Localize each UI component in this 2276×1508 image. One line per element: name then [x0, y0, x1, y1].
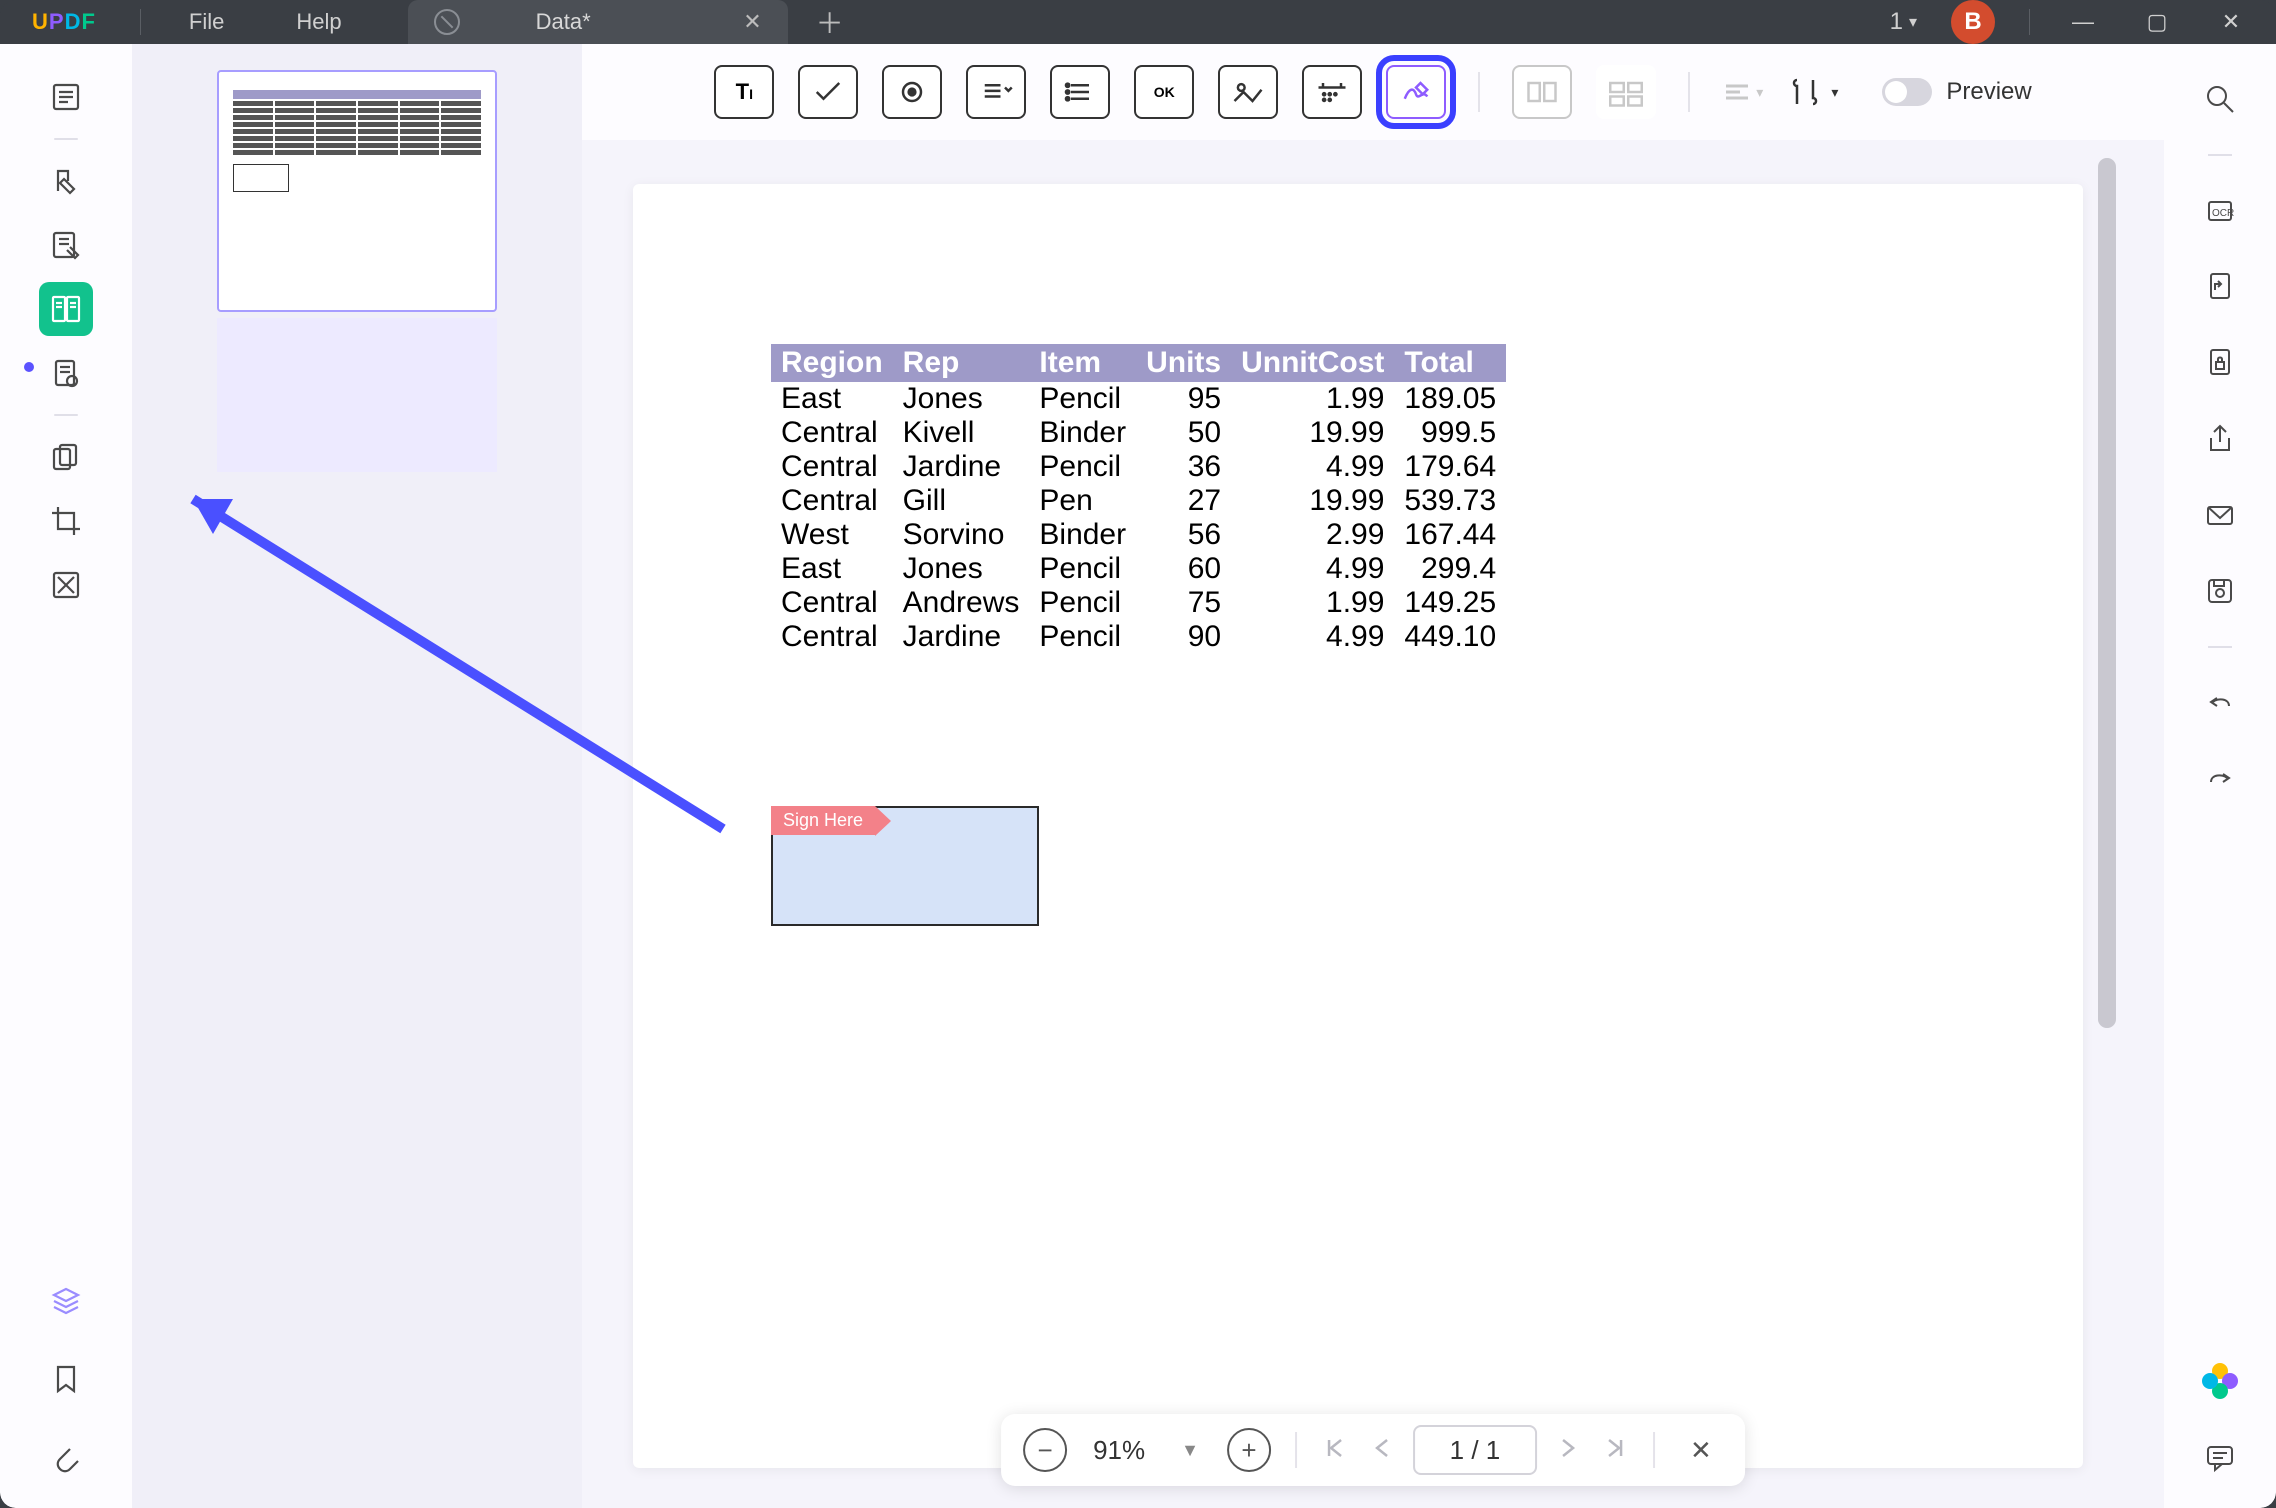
crop-button[interactable] — [39, 494, 93, 548]
table-header: Region — [771, 344, 893, 382]
menu-file[interactable]: File — [153, 9, 260, 35]
minimize-button[interactable]: — — [2050, 2, 2116, 42]
form-recognition-button[interactable] — [1512, 65, 1572, 119]
svg-text:OCR: OCR — [2212, 208, 2234, 219]
alignment-dropdown[interactable]: ▾ — [1722, 80, 1763, 104]
new-tab-button[interactable]: ＋ — [808, 0, 852, 44]
last-page-button[interactable] — [1601, 1434, 1629, 1467]
zoom-out-button[interactable]: − — [1023, 1428, 1067, 1472]
table-row: EastJonesPencil951.99189.05 — [771, 382, 1506, 416]
table-row: CentralJardinePencil364.99179.64 — [771, 450, 1506, 484]
next-page-button[interactable] — [1555, 1434, 1583, 1467]
redact-button[interactable] — [39, 558, 93, 612]
menu-help[interactable]: Help — [260, 9, 377, 35]
chat-button[interactable] — [2193, 1430, 2247, 1484]
window-count-dropdown[interactable]: 1▾ — [1878, 8, 1929, 36]
layers-button[interactable] — [39, 1274, 93, 1328]
listbox-field-button[interactable] — [1050, 65, 1110, 119]
table-row: CentralGillPen2719.99539.73 — [771, 484, 1506, 518]
share-button[interactable] — [2193, 412, 2247, 466]
app-logo: UPDF — [0, 9, 128, 35]
unsaved-icon — [434, 9, 460, 35]
prepare-form-button[interactable] — [39, 282, 93, 336]
status-bar: − 91% ▼ + 1 / 1 ✕ — [1001, 1414, 1745, 1486]
user-avatar[interactable]: B — [1951, 0, 1995, 44]
signature-field-button[interactable] — [1386, 65, 1446, 119]
pdf-page[interactable]: RegionRepItemUnitsUnnitCostTotal EastJon… — [633, 184, 2083, 1468]
radio-field-button[interactable] — [882, 65, 942, 119]
attachments-button[interactable] — [39, 1430, 93, 1484]
zoom-in-button[interactable]: + — [1227, 1428, 1271, 1472]
convert-button[interactable] — [2193, 260, 2247, 314]
table-header: Rep — [893, 344, 1030, 382]
page-indicator[interactable]: 1 / 1 — [1413, 1425, 1537, 1475]
vertical-scrollbar[interactable] — [2098, 158, 2116, 1028]
dropdown-field-button[interactable] — [966, 65, 1026, 119]
zoom-value[interactable]: 91% — [1085, 1435, 1153, 1466]
highlight-fields-button[interactable] — [1596, 65, 1656, 119]
table-row: CentralAndrewsPencil751.99149.25 — [771, 586, 1506, 620]
page-thumbnail[interactable] — [217, 70, 497, 312]
ai-button[interactable] — [2193, 1354, 2247, 1408]
prev-page-button[interactable] — [1367, 1434, 1395, 1467]
table-row: EastJonesPencil604.99299.4 — [771, 552, 1506, 586]
checkbox-field-button[interactable] — [798, 65, 858, 119]
tab-close-button[interactable]: ✕ — [743, 9, 761, 35]
table-header: Units — [1136, 344, 1231, 382]
preview-toggle[interactable] — [1882, 78, 1932, 106]
edit-pdf-button[interactable] — [39, 218, 93, 272]
bookmarks-button[interactable] — [39, 1352, 93, 1406]
table-header: Item — [1029, 344, 1136, 382]
page-tools-button[interactable] — [39, 346, 93, 400]
thumbnail-panel — [132, 44, 582, 1508]
tools-dropdown[interactable]: ▾ — [1787, 74, 1838, 110]
email-button[interactable] — [2193, 488, 2247, 542]
tab-title: Data* — [536, 9, 684, 35]
close-window-button[interactable]: ✕ — [2198, 2, 2264, 42]
button-field-button[interactable]: OK — [1134, 65, 1194, 119]
date-field-button[interactable] — [1302, 65, 1362, 119]
undo-button[interactable] — [2193, 676, 2247, 730]
left-toolbar — [0, 44, 132, 1508]
organize-pages-button[interactable] — [39, 430, 93, 484]
form-toolbar: TI OK ▾ ▾ Preview — [582, 44, 2164, 140]
image-field-button[interactable] — [1218, 65, 1278, 119]
title-bar: UPDF File Help Data* ✕ ＋ 1▾ B — ▢ ✕ — [0, 0, 2276, 44]
sign-here-tag: Sign Here — [771, 806, 875, 835]
first-page-button[interactable] — [1321, 1434, 1349, 1467]
comment-button[interactable] — [39, 154, 93, 208]
right-toolbar: OCR — [2164, 44, 2276, 1508]
signature-field[interactable]: Sign Here — [771, 806, 1039, 926]
editor-viewport: TI OK ▾ ▾ Preview — [582, 44, 2164, 1508]
search-button[interactable] — [2193, 72, 2247, 126]
maximize-button[interactable]: ▢ — [2124, 2, 2190, 42]
table-row: WestSorvinoBinder562.99167.44 — [771, 518, 1506, 552]
table-row: CentralKivellBinder5019.99999.5 — [771, 416, 1506, 450]
protect-button[interactable] — [2193, 336, 2247, 390]
preview-label: Preview — [1946, 78, 2031, 106]
table-header: UnnitCost — [1231, 344, 1394, 382]
data-table: RegionRepItemUnitsUnnitCostTotal EastJon… — [771, 344, 1506, 654]
text-field-button[interactable]: TI — [714, 65, 774, 119]
table-row: CentralJardinePencil904.99449.10 — [771, 620, 1506, 654]
close-statusbar-button[interactable]: ✕ — [1679, 1428, 1723, 1472]
save-as-button[interactable] — [2193, 564, 2247, 618]
reader-mode-button[interactable] — [39, 70, 93, 124]
zoom-dropdown[interactable]: ▼ — [1171, 1440, 1209, 1461]
active-tool-indicator-icon — [24, 362, 34, 372]
ocr-button[interactable]: OCR — [2193, 184, 2247, 238]
redo-button[interactable] — [2193, 752, 2247, 806]
table-header: Total — [1394, 344, 1506, 382]
document-tab[interactable]: Data* ✕ — [408, 0, 788, 44]
